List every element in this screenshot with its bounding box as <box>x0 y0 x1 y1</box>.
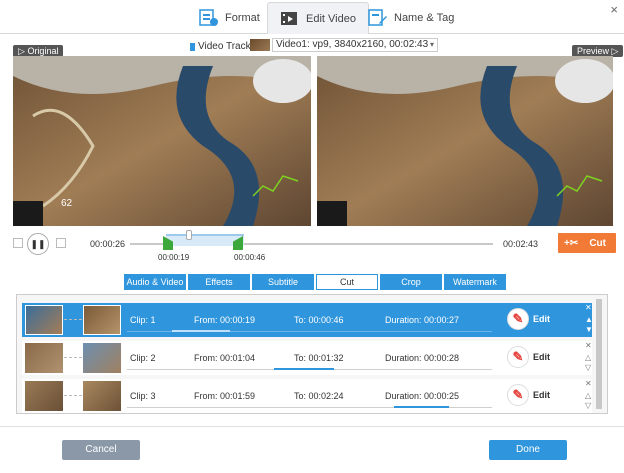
playback-bar: ❚❚ 00:00:26 00:00:19 00:00:46 00:02:43 +… <box>0 226 624 266</box>
clip-end-thumbnail <box>83 381 121 411</box>
move-down-icon[interactable]: ▼ <box>585 325 593 334</box>
thumbnail-connector <box>64 319 82 320</box>
remove-clip-icon[interactable]: ✕ <box>585 379 592 388</box>
tab-effects[interactable]: Effects <box>188 274 250 290</box>
clip-range-segment <box>172 330 230 332</box>
tab-subtitle[interactable]: Subtitle <box>252 274 314 290</box>
video-track-label-text: Video Track: <box>198 41 254 52</box>
clip-row[interactable]: Clip: 1 From: 00:00:19 To: 00:00:46 Dura… <box>22 303 593 337</box>
tab-audio-video[interactable]: Audio & Video <box>124 274 186 290</box>
clip-from: From: 00:01:59 <box>194 391 256 401</box>
clip-end-thumbnail <box>83 343 121 373</box>
video-track-select[interactable]: Video1: vp9, 3840x2160, 00:02:43 ▾ <box>272 38 438 52</box>
svg-text:62: 62 <box>61 198 73 209</box>
pencil-icon: ✎ <box>512 311 524 326</box>
cut-button[interactable]: +✂ Cut <box>558 233 616 253</box>
close-icon[interactable]: × <box>610 2 618 17</box>
total-time: 00:02:43 <box>503 239 539 249</box>
original-video-frame: 62 <box>13 56 311 226</box>
play-small-icon: ▷ <box>611 46 619 56</box>
tab-cut[interactable]: Cut <box>316 274 378 290</box>
edit-button[interactable]: ✎ <box>507 346 529 368</box>
scissors-icon: +✂ <box>564 237 579 249</box>
pause-button[interactable]: ❚❚ <box>27 233 49 255</box>
scrollbar-thumb[interactable] <box>596 299 602 409</box>
edit-label[interactable]: Edit <box>533 390 550 400</box>
edit-tabs: Audio & Video Effects Subtitle Cut Crop … <box>124 274 506 290</box>
preview-video-frame <box>317 56 613 226</box>
clip-from: From: 00:00:19 <box>194 315 256 325</box>
edit-button[interactable]: ✎ <box>507 384 529 406</box>
name-tag-icon <box>368 9 388 27</box>
done-button[interactable]: Done <box>489 440 567 460</box>
grid-icon[interactable] <box>13 238 23 248</box>
format-icon <box>199 9 219 27</box>
move-up-icon[interactable]: △ <box>585 353 591 362</box>
selection-start-time: 00:00:19 <box>158 253 190 262</box>
pause-icon: ❚❚ <box>30 238 46 249</box>
original-label-text: Original <box>27 46 59 56</box>
footer: Cancel Done <box>0 426 624 473</box>
selection-end-time: 00:00:46 <box>234 253 266 262</box>
clip-row[interactable]: Clip: 3 From: 00:01:59 To: 00:02:24 Dura… <box>22 379 592 413</box>
video-track-thumbnail <box>250 39 270 51</box>
edit-label[interactable]: Edit <box>533 314 550 324</box>
clip-duration: Duration: 00:00:28 <box>385 353 460 363</box>
clip-name: Clip: 2 <box>130 353 156 363</box>
clip-name: Clip: 3 <box>130 391 156 401</box>
tab-edit-video[interactable]: Edit Video <box>267 2 369 34</box>
remove-clip-icon[interactable]: ✕ <box>585 341 592 350</box>
preview-label-text: Preview <box>577 46 610 56</box>
playhead[interactable] <box>186 230 192 240</box>
clip-list-scrollbar[interactable] <box>596 299 602 409</box>
tab-format[interactable]: Format <box>199 2 260 34</box>
clip-name: Clip: 1 <box>130 315 156 325</box>
tab-crop[interactable]: Crop <box>380 274 442 290</box>
thumbnail-connector <box>64 395 82 396</box>
clip-range-segment <box>394 406 449 408</box>
edit-label[interactable]: Edit <box>533 352 550 362</box>
move-up-icon[interactable]: △ <box>585 391 591 400</box>
tab-format-label: Format <box>225 12 260 24</box>
tab-name-tag-label: Name & Tag <box>394 12 455 24</box>
video-track-row: Video Track: Video1: vp9, 3840x2160, 00:… <box>0 38 624 54</box>
pencil-icon: ✎ <box>512 349 524 364</box>
clip-from: From: 00:01:04 <box>194 353 256 363</box>
grid-icon[interactable] <box>56 238 66 248</box>
clip-start-thumbnail <box>25 305 63 335</box>
video-track-value: Video1: vp9, 3840x2160, 00:02:43 <box>276 39 429 50</box>
remove-clip-icon[interactable]: ✕ <box>585 303 592 312</box>
thumbnail-connector <box>64 357 82 358</box>
cancel-button[interactable]: Cancel <box>62 440 140 460</box>
clip-to: To: 00:00:46 <box>294 315 344 325</box>
move-down-icon[interactable]: ▽ <box>585 363 591 372</box>
edit-button[interactable]: ✎ <box>507 308 529 330</box>
video-track-label: Video Track: <box>190 41 253 52</box>
cut-button-label: Cut <box>589 237 606 249</box>
clip-range-segment <box>274 368 334 370</box>
clip-to: To: 00:01:32 <box>294 353 344 363</box>
chevron-down-icon: ▾ <box>429 40 434 49</box>
clip-duration: Duration: 00:00:25 <box>385 391 460 401</box>
cut-selection-range[interactable] <box>166 234 244 246</box>
tab-name-tag[interactable]: Name & Tag <box>368 2 454 34</box>
play-small-icon: ▷ <box>18 46 25 56</box>
tab-edit-video-label: Edit Video <box>306 12 356 25</box>
clip-end-thumbnail <box>83 305 121 335</box>
video-track-icon <box>190 42 195 51</box>
clip-to: To: 00:02:24 <box>294 391 344 401</box>
edit-video-icon <box>280 10 300 28</box>
move-down-icon[interactable]: ▽ <box>585 401 591 410</box>
clip-start-thumbnail <box>25 381 63 411</box>
clip-start-thumbnail <box>25 343 63 373</box>
pencil-icon: ✎ <box>512 387 524 402</box>
current-time: 00:00:26 <box>90 239 126 249</box>
clip-duration: Duration: 00:00:27 <box>385 315 460 325</box>
move-up-icon[interactable]: ▲ <box>585 315 593 324</box>
clip-list: Clip: 1 From: 00:00:19 To: 00:00:46 Dura… <box>16 294 608 414</box>
tab-watermark[interactable]: Watermark <box>444 274 506 290</box>
edit-video-window: Format Edit Video Name & Tag × Video Tra… <box>0 0 624 473</box>
clip-row[interactable]: Clip: 2 From: 00:01:04 To: 00:01:32 Dura… <box>22 341 592 375</box>
top-tab-bar: Format Edit Video Name & Tag × <box>0 0 624 34</box>
